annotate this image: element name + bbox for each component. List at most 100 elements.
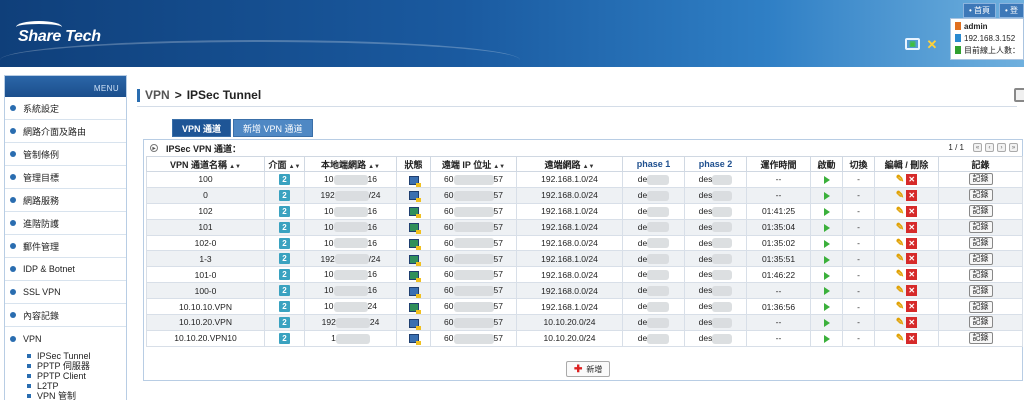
delete-icon[interactable]: ✕ <box>906 205 918 217</box>
col-name[interactable]: VPN 通道名稱 ▲▼ <box>146 156 265 172</box>
edit-pencil-icon[interactable]: ✎ <box>896 190 904 201</box>
redacted-blur <box>647 174 670 185</box>
logout-link[interactable]: • 登 <box>998 3 1024 18</box>
home-link-label: 首頁 <box>973 6 990 15</box>
phase2-cell: des <box>684 171 747 188</box>
edit-pencil-icon[interactable]: ✎ <box>896 253 904 264</box>
play-icon[interactable] <box>823 239 830 248</box>
edit-pencil-icon[interactable]: ✎ <box>896 269 904 280</box>
monitor-icon[interactable]: ▣ <box>905 38 920 50</box>
play-icon[interactable] <box>823 176 830 185</box>
sidebar-item-services[interactable]: 網路服務 <box>5 189 126 212</box>
interface-badge: 2 <box>279 316 290 328</box>
first-page-icon[interactable]: « <box>973 143 982 152</box>
submenu-l2tp[interactable]: L2TP <box>27 381 126 391</box>
log-button[interactable]: 記錄 <box>968 189 993 202</box>
log-button[interactable]: 記錄 <box>968 300 993 313</box>
delete-icon[interactable]: ✕ <box>906 221 918 233</box>
sidebar-item-content-log[interactable]: 內容記錄 <box>5 304 126 327</box>
delete-icon[interactable]: ✕ <box>906 237 918 249</box>
delete-icon[interactable]: ✕ <box>906 332 918 344</box>
edit-pencil-icon[interactable]: ✎ <box>896 174 904 185</box>
delete-icon[interactable]: ✕ <box>906 316 918 328</box>
sidebar-item-system[interactable]: 系統設定 <box>5 97 126 120</box>
breadcrumb-section[interactable]: VPN <box>145 88 170 102</box>
submenu-vpn-control[interactable]: VPN 管制 <box>27 391 126 400</box>
delete-icon[interactable]: ✕ <box>906 253 918 265</box>
bullet-icon <box>10 220 16 226</box>
redacted-blur <box>333 174 368 185</box>
col-local-network[interactable]: 本地端網路 ▲▼ <box>304 156 397 172</box>
edit-pencil-icon[interactable]: ✎ <box>896 317 904 328</box>
edit-pencil-icon[interactable]: ✎ <box>896 301 904 312</box>
play-icon[interactable] <box>823 223 830 232</box>
sidebar-item-targets[interactable]: 管理目標 <box>5 166 126 189</box>
local-network-cell: 10 16 <box>304 282 397 300</box>
play-icon[interactable] <box>823 319 830 328</box>
edit-pencil-icon[interactable]: ✎ <box>896 333 904 344</box>
edit-pencil-icon[interactable]: ✎ <box>896 238 904 249</box>
home-link[interactable]: • 首頁 <box>962 3 996 18</box>
redacted-blur <box>453 286 494 297</box>
play-icon[interactable] <box>823 207 830 216</box>
log-button[interactable]: 記錄 <box>968 316 993 329</box>
sidebar-item-advanced[interactable]: 進階防護 <box>5 212 126 235</box>
print-icon[interactable] <box>1014 88 1024 102</box>
tab-add-vpn-tunnel[interactable]: 新增 VPN 通道 <box>233 119 313 137</box>
last-page-icon[interactable]: » <box>1009 143 1018 152</box>
log-button[interactable]: 記錄 <box>968 268 993 281</box>
sidebar-item-idp[interactable]: IDP & Botnet <box>5 258 126 281</box>
play-icon[interactable] <box>823 271 830 280</box>
submenu-pptp-server[interactable]: PPTP 伺服器 <box>27 361 126 371</box>
col-remote-ip[interactable]: 遠端 IP 位址 ▲▼ <box>430 156 517 172</box>
tunnel-connected-icon <box>408 270 421 282</box>
sidebar-item-network[interactable]: 網路介面及路由 <box>5 120 126 143</box>
delete-icon[interactable]: ✕ <box>906 301 918 313</box>
col-remote-network[interactable]: 遠端網路 ▲▼ <box>516 156 623 172</box>
sidebar-item-vpn[interactable]: VPN <box>5 327 126 350</box>
next-page-icon[interactable]: › <box>997 143 1006 152</box>
log-button[interactable]: 記錄 <box>968 173 993 186</box>
play-icon[interactable] <box>823 287 830 296</box>
submenu-pptp-client[interactable]: PPTP Client <box>27 371 126 381</box>
local-network-prefix: 192 <box>320 253 335 264</box>
sort-icon[interactable]: ▲▼ <box>289 164 301 170</box>
sort-icon[interactable]: ▲▼ <box>583 164 595 170</box>
sort-icon[interactable]: ▲▼ <box>493 164 505 170</box>
local-network-prefix: 192 <box>320 189 335 200</box>
sidebar-item-sslvpn[interactable]: SSL VPN <box>5 281 126 304</box>
edit-pencil-icon[interactable]: ✎ <box>896 222 904 233</box>
sharetech-logo[interactable]: Share Tech <box>16 21 101 46</box>
tools-icon[interactable]: ✕ <box>924 37 940 52</box>
delete-icon[interactable]: ✕ <box>906 269 918 281</box>
collapse-icon[interactable]: ▸ <box>150 144 158 152</box>
edit-pencil-icon[interactable]: ✎ <box>896 285 904 296</box>
col-interface[interactable]: 介面 ▲▼ <box>264 156 305 172</box>
delete-icon[interactable]: ✕ <box>906 285 918 297</box>
local-network-suffix: 24 <box>369 317 380 328</box>
delete-icon[interactable]: ✕ <box>906 189 918 201</box>
log-button[interactable]: 記錄 <box>968 221 993 234</box>
edit-pencil-icon[interactable]: ✎ <box>896 206 904 217</box>
tunnel-disconnected-icon <box>408 286 421 298</box>
log-button[interactable]: 記錄 <box>968 284 993 297</box>
log-button[interactable]: 記錄 <box>968 237 993 249</box>
log-button[interactable]: 記錄 <box>968 332 993 345</box>
sort-icon[interactable]: ▲▼ <box>368 164 380 170</box>
redacted-blur <box>453 333 494 344</box>
log-button[interactable]: 記錄 <box>968 252 993 265</box>
edit-delete-cell: ✎ ✕ <box>874 298 939 316</box>
sidebar-item-mail[interactable]: 郵件管理 <box>5 235 126 258</box>
add-button[interactable]: ✚ 新增 <box>566 361 611 377</box>
delete-icon[interactable]: ✕ <box>906 173 918 185</box>
prev-page-icon[interactable]: ‹ <box>985 143 994 152</box>
sidebar-item-policy[interactable]: 管制條例 <box>5 143 126 166</box>
play-icon[interactable] <box>823 192 830 201</box>
log-button[interactable]: 記錄 <box>968 205 993 218</box>
play-icon[interactable] <box>823 303 830 312</box>
submenu-ipsec-tunnel[interactable]: IPSec Tunnel <box>27 351 126 361</box>
play-icon[interactable] <box>823 255 830 264</box>
play-icon[interactable] <box>823 335 830 344</box>
tab-vpn-tunnels[interactable]: VPN 通道 <box>172 119 232 137</box>
sort-icon[interactable]: ▲▼ <box>229 164 241 170</box>
